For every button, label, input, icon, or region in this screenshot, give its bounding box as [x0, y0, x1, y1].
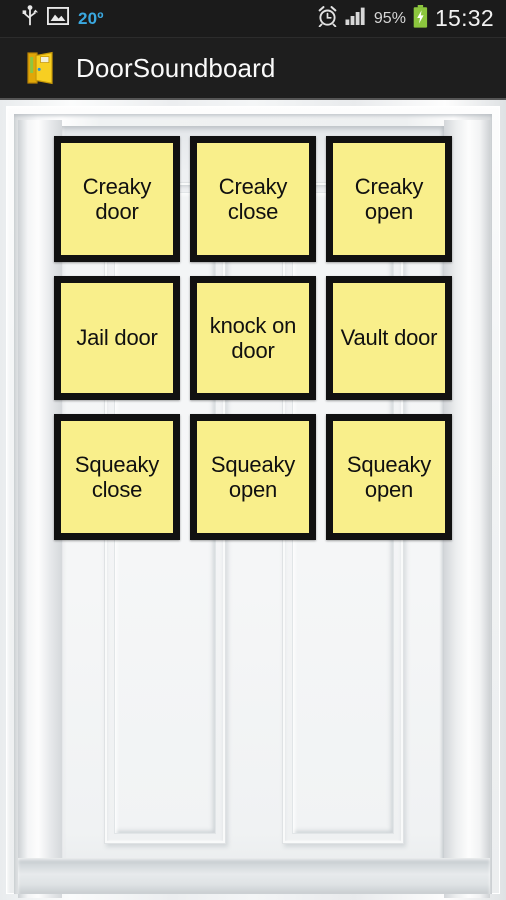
- jail-door-button[interactable]: Jail door: [54, 276, 180, 400]
- battery-percent-text: 95%: [373, 9, 406, 27]
- creaky-close-button-label: Creaky close: [218, 173, 288, 224]
- soundboard-row-3: Squeaky close Squeaky open Squeaky open: [0, 414, 506, 540]
- squeaky-open-button-label: Squeaky open: [210, 451, 296, 502]
- soundboard-row-1: Creaky door Creaky close Creaky open: [0, 136, 506, 262]
- door-icon: [22, 48, 60, 88]
- signal-bars-icon: [345, 7, 367, 30]
- creaky-close-button[interactable]: Creaky close: [190, 136, 316, 262]
- app-screen: 20º 95% 15:32 DoorSoundboard Creaky door…: [0, 0, 506, 900]
- knock-on-door-button-label: knock on door: [209, 312, 297, 363]
- door-sill: [18, 858, 490, 894]
- app-title-bar: DoorSoundboard: [0, 38, 506, 100]
- creaky-door-button[interactable]: Creaky door: [54, 136, 180, 262]
- knock-on-door-button[interactable]: knock on door: [190, 276, 316, 400]
- status-bar: 20º 95% 15:32: [0, 0, 506, 38]
- usb-icon: [22, 5, 38, 32]
- clock-text: 15:32: [434, 5, 494, 31]
- jail-door-button-label: Jail door: [76, 325, 158, 351]
- battery-charging-icon: [413, 4, 428, 33]
- squeaky-open-button-alt-label: Squeaky open: [346, 451, 432, 502]
- squeaky-open-button-alt[interactable]: Squeaky open: [326, 414, 452, 540]
- status-bar-left-group: 20º: [22, 5, 104, 32]
- squeaky-close-button[interactable]: Squeaky close: [54, 414, 180, 540]
- soundboard-row-2: Jail door knock on door Vault door: [0, 276, 506, 400]
- app-title-text: DoorSoundboard: [76, 52, 276, 83]
- creaky-door-button-label: Creaky door: [82, 173, 152, 224]
- soundboard-button-grid: Creaky door Creaky close Creaky open Jai…: [0, 136, 506, 540]
- vault-door-button[interactable]: Vault door: [326, 276, 452, 400]
- alarm-clock-icon: [317, 5, 338, 32]
- squeaky-open-button[interactable]: Squeaky open: [190, 414, 316, 540]
- creaky-open-button-label: Creaky open: [354, 173, 424, 224]
- vault-door-button-label: Vault door: [340, 325, 438, 351]
- temperature-text: 20º: [78, 9, 104, 28]
- squeaky-close-button-label: Squeaky close: [74, 451, 160, 502]
- status-bar-right-group: 95% 15:32: [317, 4, 494, 33]
- image-icon: [46, 6, 70, 30]
- creaky-open-button[interactable]: Creaky open: [326, 136, 452, 262]
